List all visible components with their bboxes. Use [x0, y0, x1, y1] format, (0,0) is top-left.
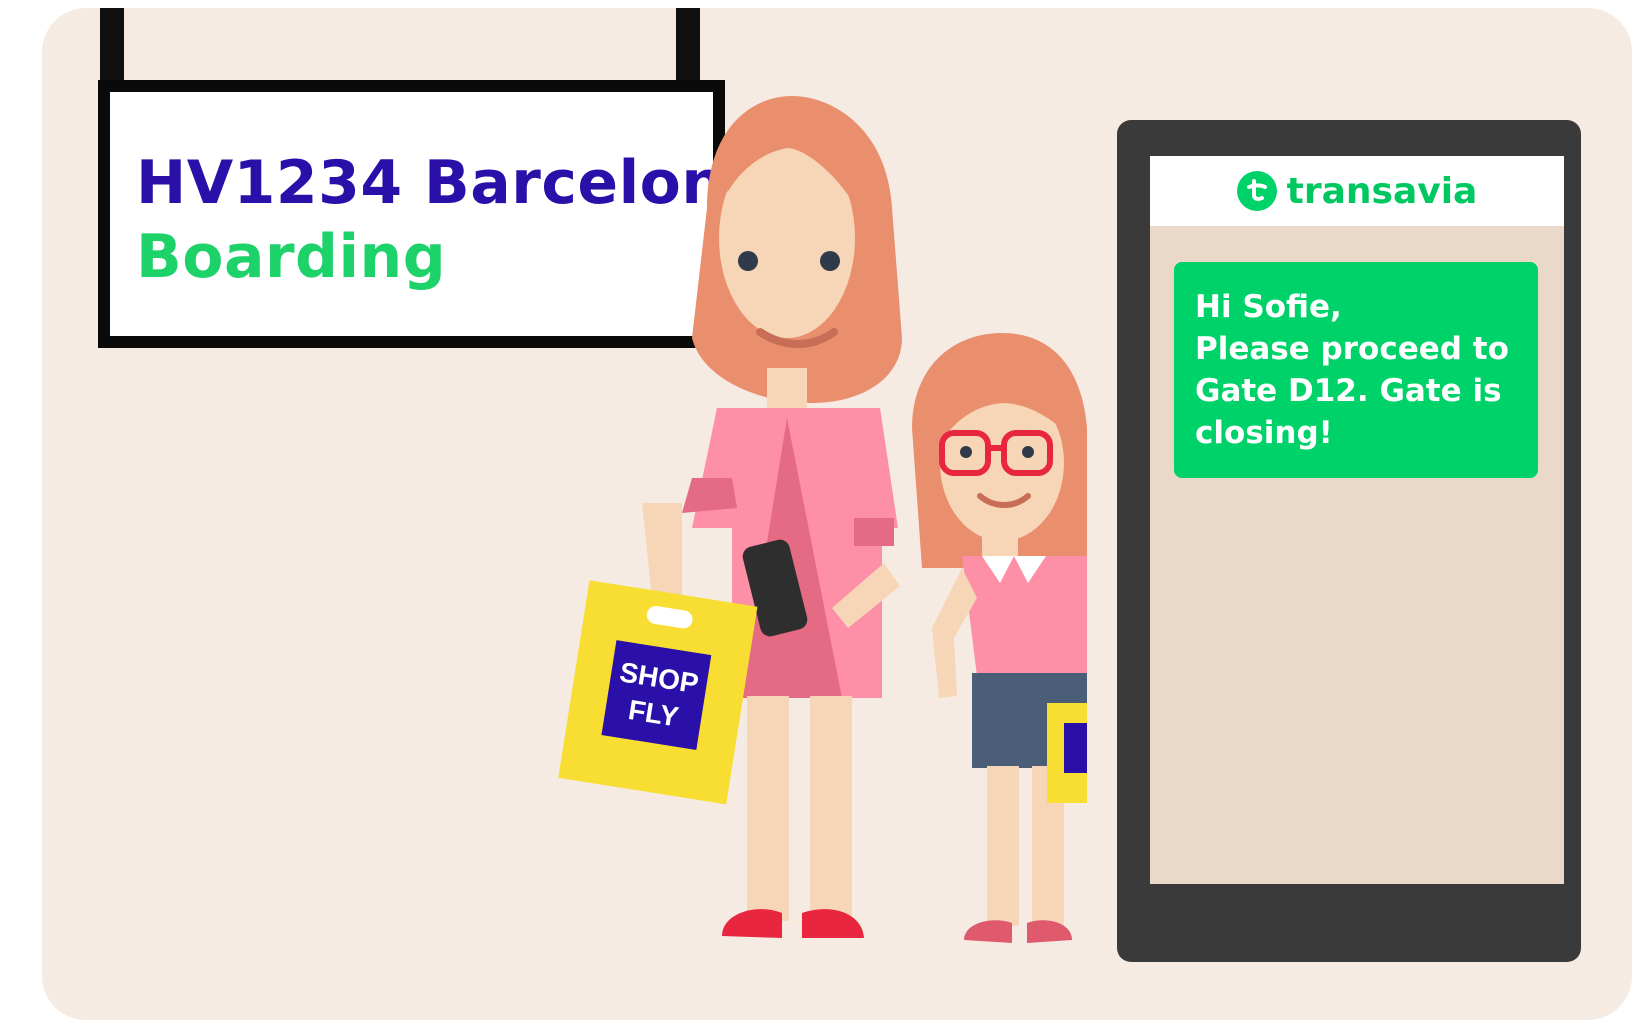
message-line-2: Gate D12. Gate is — [1195, 373, 1502, 409]
phone-screen: transavia Hi Sofie, Please proceed to Ga… — [1150, 156, 1564, 884]
illustration-card: HV1234 Barcelona Boarding SHOP FLY trans… — [42, 8, 1632, 1020]
brand-name: transavia — [1286, 170, 1478, 212]
message-line-1: Please proceed to — [1195, 331, 1509, 367]
app-header: transavia — [1150, 156, 1564, 226]
message-line-3: closing! — [1195, 415, 1333, 451]
transavia-logo-icon — [1236, 171, 1277, 211]
phone-device: transavia Hi Sofie, Please proceed to Ga… — [1117, 120, 1581, 962]
mother-figure — [642, 96, 902, 938]
notification-message: Hi Sofie, Please proceed to Gate D12. Ga… — [1174, 262, 1538, 478]
message-greeting: Hi Sofie, — [1195, 289, 1342, 325]
girl-figure — [912, 333, 1087, 943]
shopping-bag: SHOP FLY — [558, 580, 758, 805]
